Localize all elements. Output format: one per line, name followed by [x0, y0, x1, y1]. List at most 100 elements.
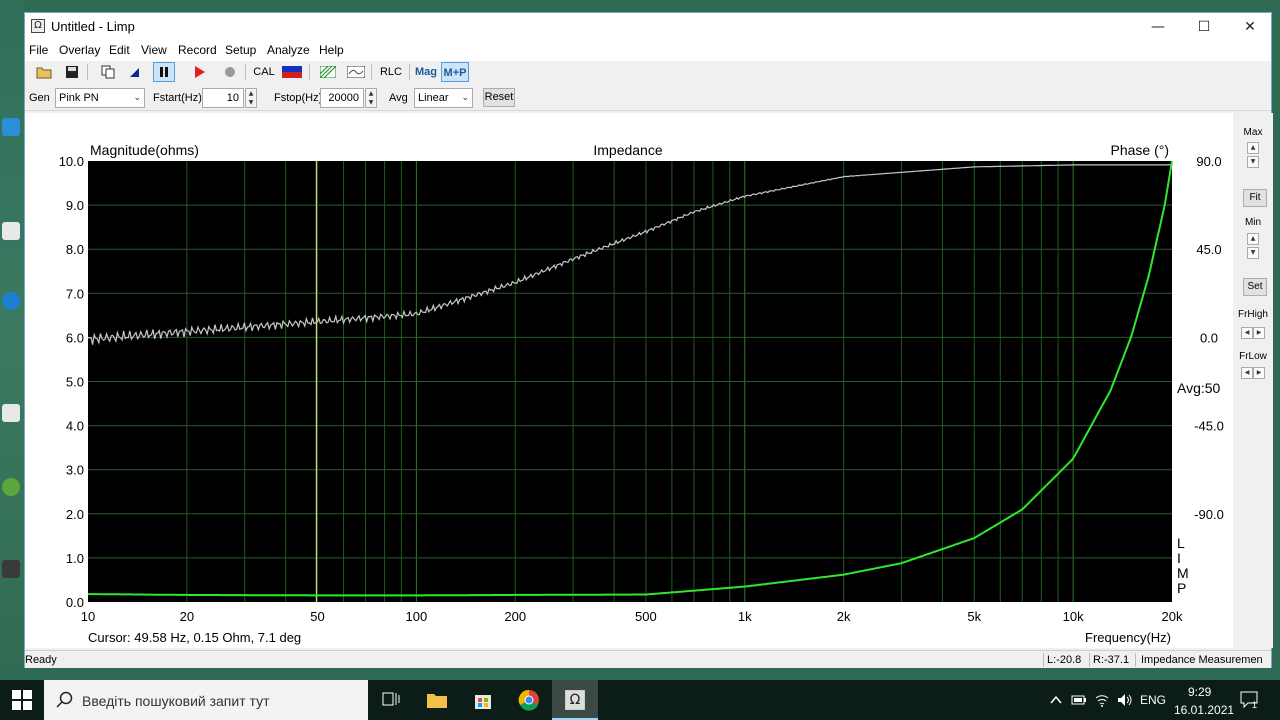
min-down-button[interactable]: ▼ — [1247, 247, 1259, 259]
task-view-button[interactable] — [368, 680, 414, 720]
avg-select-value: Linear — [418, 92, 449, 104]
x-tick-label: 50 — [310, 609, 324, 624]
x-tick-label: 500 — [635, 609, 657, 624]
copy-button[interactable] — [97, 62, 119, 82]
impedance-chart[interactable]: Magnitude(ohms) Impedance Phase (°) 10.0… — [25, 113, 1233, 648]
y-tick-label: 4.0 — [66, 419, 84, 434]
chevron-up-icon[interactable] — [1050, 694, 1062, 706]
desktop-shortcut-icon[interactable] — [2, 222, 20, 240]
avg-count: Avg:50 — [1177, 380, 1221, 396]
fstart-label: Fstart(Hz) — [153, 92, 202, 104]
x-tick-label: 200 — [504, 609, 526, 624]
y2-tick-label: 90.0 — [1196, 154, 1221, 169]
toolbar: CAL RLC Mag M+P — [25, 61, 1271, 83]
color-button[interactable] — [281, 62, 303, 82]
window-title: Untitled - Limp — [51, 19, 135, 34]
taskbar-store[interactable] — [460, 680, 506, 720]
overlay-button[interactable] — [315, 62, 339, 82]
menu-analyze[interactable]: Analyze — [267, 43, 310, 57]
max-down-button[interactable]: ▼ — [1247, 156, 1259, 168]
rlc-button[interactable]: RLC — [377, 62, 405, 82]
volume-icon[interactable] — [1116, 692, 1132, 708]
copy-icon — [101, 65, 115, 79]
toolbar-separator — [245, 64, 246, 80]
avg-select[interactable]: Linear ⌄ — [414, 88, 473, 108]
battery-icon[interactable] — [1071, 693, 1087, 707]
fstop-input[interactable]: 20000 — [320, 88, 364, 108]
cursor-readout: Cursor: 49.58 Hz, 0.15 Ohm, 7.1 deg — [88, 630, 301, 645]
gen-select-value: Pink PN — [59, 92, 99, 104]
desktop-icons-strip — [0, 0, 24, 680]
min-up-button[interactable]: ▲ — [1247, 233, 1259, 245]
clock-time[interactable]: 9:29 — [1188, 685, 1211, 699]
close-button[interactable]: ✕ — [1227, 13, 1273, 41]
cal-button[interactable]: CAL — [251, 62, 277, 82]
x-tick-label: 10 — [81, 609, 95, 624]
frlow-left-button[interactable]: ◀ — [1241, 367, 1253, 379]
maximize-button[interactable]: ☐ — [1181, 13, 1227, 41]
gen-select[interactable]: Pink PN ⌄ — [55, 88, 145, 108]
status-left-level: L:-20.8 — [1047, 654, 1082, 666]
frlow-right-button[interactable]: ▶ — [1253, 367, 1265, 379]
fit-button[interactable]: Fit — [1243, 189, 1267, 207]
pause-button[interactable] — [153, 62, 175, 82]
desktop-shortcut-icon[interactable] — [2, 118, 20, 136]
desktop-shortcut-icon[interactable] — [2, 560, 20, 578]
save-button[interactable] — [61, 62, 83, 82]
waveform-button[interactable] — [345, 62, 367, 82]
chevron-down-icon: ⌄ — [461, 93, 469, 103]
stop-button[interactable] — [219, 62, 241, 82]
language-indicator[interactable]: ENG — [1140, 693, 1166, 707]
taskbar-limp[interactable]: Ω — [552, 680, 598, 720]
status-ready: Ready — [25, 654, 57, 666]
menu-edit[interactable]: Edit — [109, 43, 130, 57]
app-icon[interactable]: Ω — [31, 19, 45, 33]
frhigh-right-button[interactable]: ▶ — [1253, 327, 1265, 339]
x-tick-label: 10k — [1063, 609, 1084, 624]
x-tick-label: 20k — [1162, 609, 1183, 624]
frhigh-left-button[interactable]: ◀ — [1241, 327, 1253, 339]
notification-count: 1 — [1252, 700, 1258, 710]
title-bar[interactable]: Ω Untitled - Limp — ☐ ✕ — [25, 13, 1271, 41]
menu-record[interactable]: Record — [178, 43, 217, 57]
mag-button[interactable]: Mag — [413, 62, 439, 82]
taskbar-file-explorer[interactable] — [414, 680, 460, 720]
desktop-shortcut-icon[interactable] — [2, 478, 20, 496]
menu-view[interactable]: View — [141, 43, 167, 57]
folder-open-icon — [36, 67, 52, 79]
menu-setup[interactable]: Setup — [225, 43, 256, 57]
set-button[interactable]: Set — [1243, 278, 1267, 296]
clock-date[interactable]: 16.01.2021 — [1174, 703, 1234, 717]
menu-overlay[interactable]: Overlay — [59, 43, 100, 57]
desktop-shortcut-icon[interactable] — [2, 404, 20, 422]
floppy-disk-icon — [66, 66, 78, 78]
waveform-icon — [346, 65, 366, 79]
x-axis-ticks: 10 20 50 100 200 500 1k 2k 5k 10k 20k — [81, 609, 1183, 624]
menu-file[interactable]: File — [29, 43, 48, 57]
play-icon — [195, 66, 205, 78]
open-file-button[interactable] — [33, 62, 55, 82]
plot-panel: Magnitude(ohms) Impedance Phase (°) 10.0… — [25, 113, 1233, 648]
gen-label: Gen — [29, 92, 50, 104]
marker-button[interactable] — [123, 62, 145, 82]
toolbar-separator — [87, 64, 88, 80]
wifi-icon[interactable] — [1094, 692, 1110, 708]
y-tick-label: 5.0 — [66, 375, 84, 390]
fstart-spinner[interactable]: ▲ ▼ — [245, 88, 257, 108]
taskbar-search-box[interactable]: Введіть пошуковий запит тут — [44, 680, 368, 720]
status-separator — [1135, 653, 1136, 667]
mag-phase-button[interactable]: M+P — [441, 62, 469, 82]
desktop-shortcut-icon[interactable] — [2, 292, 20, 310]
fstart-input[interactable]: 10 — [202, 88, 244, 108]
minimize-button[interactable]: — — [1135, 13, 1181, 41]
reset-button[interactable]: Reset — [483, 88, 515, 107]
y-axis-ticks: 10.0 9.0 8.0 7.0 6.0 5.0 4.0 3.0 2.0 1.0 0.0 — [59, 154, 84, 610]
toolbar-separator — [371, 64, 372, 80]
menu-help[interactable]: Help — [319, 43, 344, 57]
play-button[interactable] — [189, 62, 211, 82]
fstop-spinner[interactable]: ▲ ▼ — [365, 88, 377, 108]
x-tick-label: 100 — [406, 609, 428, 624]
taskbar-chrome[interactable] — [506, 680, 552, 720]
max-up-button[interactable]: ▲ — [1247, 142, 1259, 154]
windows-start-icon[interactable] — [12, 690, 32, 710]
